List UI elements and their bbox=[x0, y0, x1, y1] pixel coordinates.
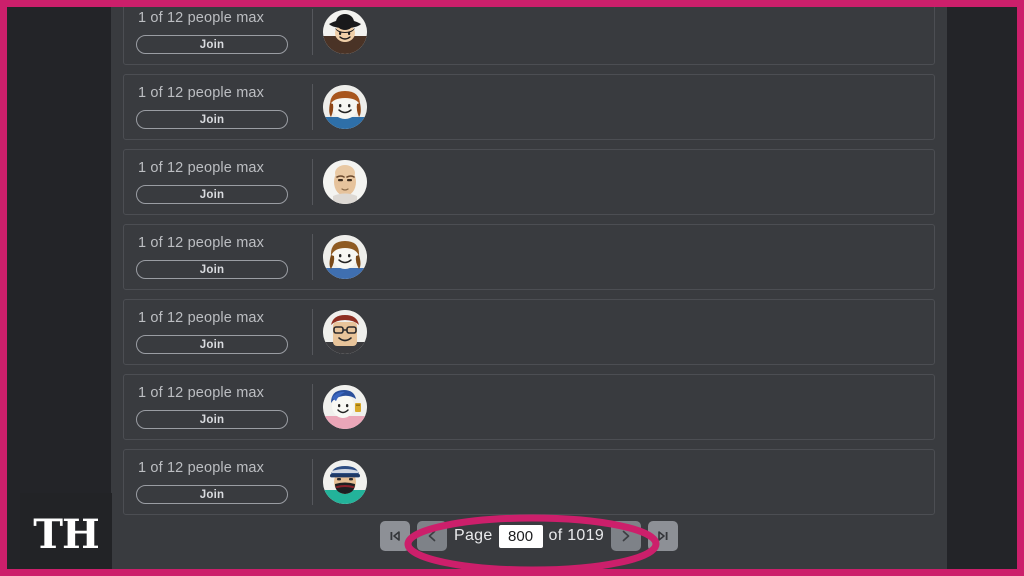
last-page-icon bbox=[656, 529, 670, 543]
player-avatars bbox=[313, 10, 922, 54]
server-capacity-label: 1 of 12 people max bbox=[138, 10, 265, 26]
server-info: 1 of 12 people max Join bbox=[136, 160, 304, 204]
screenshot-root: 1 of 12 people max Join 1 of 12 people ma… bbox=[0, 0, 1024, 576]
player-avatars bbox=[313, 85, 922, 129]
server-row: 1 of 12 people max Join bbox=[123, 149, 935, 215]
first-page-icon bbox=[388, 529, 402, 543]
avatar-black-hat[interactable] bbox=[323, 10, 367, 54]
player-avatars bbox=[313, 235, 922, 279]
previous-page-button[interactable] bbox=[416, 521, 447, 551]
avatar-brown-bob[interactable] bbox=[323, 235, 367, 279]
server-capacity-label: 1 of 12 people max bbox=[138, 235, 265, 251]
last-page-button[interactable] bbox=[648, 521, 679, 551]
player-avatars bbox=[313, 160, 922, 204]
server-info: 1 of 12 people max Join bbox=[136, 385, 304, 429]
join-button[interactable]: Join bbox=[136, 410, 288, 429]
server-row: 1 of 12 people max Join bbox=[123, 224, 935, 290]
player-avatars bbox=[313, 385, 922, 429]
avatar-bald-white[interactable] bbox=[323, 160, 367, 204]
join-button[interactable]: Join bbox=[136, 110, 288, 129]
page-label: Page bbox=[453, 527, 493, 544]
server-capacity-label: 1 of 12 people max bbox=[138, 460, 265, 476]
avatar-blue-hair-pink[interactable] bbox=[323, 385, 367, 429]
player-avatars bbox=[313, 460, 922, 504]
server-row: 1 of 12 people max Join bbox=[123, 7, 935, 65]
next-page-icon bbox=[619, 529, 633, 543]
server-row: 1 of 12 people max Join bbox=[123, 74, 935, 140]
player-avatars bbox=[313, 310, 922, 354]
avatar-mask-cap[interactable] bbox=[323, 460, 367, 504]
server-capacity-label: 1 of 12 people max bbox=[138, 85, 265, 101]
server-row: 1 of 12 people max Join bbox=[123, 299, 935, 365]
avatar-orange-hair[interactable] bbox=[323, 85, 367, 129]
server-row: 1 of 12 people max Join bbox=[123, 449, 935, 515]
total-pages-label: of 1019 bbox=[548, 527, 605, 544]
join-button[interactable]: Join bbox=[136, 485, 288, 504]
join-button[interactable]: Join bbox=[136, 335, 288, 354]
server-info: 1 of 12 people max Join bbox=[136, 235, 304, 279]
watermark-logo: TH bbox=[20, 493, 112, 569]
avatar-glasses-red-hair[interactable] bbox=[323, 310, 367, 354]
first-page-button[interactable] bbox=[379, 521, 410, 551]
server-capacity-label: 1 of 12 people max bbox=[138, 385, 265, 401]
watermark-text: TH bbox=[33, 510, 100, 558]
previous-page-icon bbox=[425, 529, 439, 543]
server-info: 1 of 12 people max Join bbox=[136, 10, 304, 54]
servers-panel: 1 of 12 people max Join 1 of 12 people ma… bbox=[111, 7, 947, 569]
join-button[interactable]: Join bbox=[136, 260, 288, 279]
join-button[interactable]: Join bbox=[136, 185, 288, 204]
server-capacity-label: 1 of 12 people max bbox=[138, 310, 265, 326]
pagination-controls[interactable]: Page of 1019 bbox=[123, 515, 935, 557]
server-info: 1 of 12 people max Join bbox=[136, 310, 304, 354]
page-number-input[interactable] bbox=[498, 524, 543, 548]
next-page-button[interactable] bbox=[611, 521, 642, 551]
server-capacity-label: 1 of 12 people max bbox=[138, 160, 265, 176]
page-number-group: Page of 1019 bbox=[453, 524, 605, 548]
server-info: 1 of 12 people max Join bbox=[136, 85, 304, 129]
server-list: 1 of 12 people max Join 1 of 12 people ma… bbox=[123, 7, 935, 524]
server-row: 1 of 12 people max Join bbox=[123, 374, 935, 440]
server-info: 1 of 12 people max Join bbox=[136, 460, 304, 504]
join-button[interactable]: Join bbox=[136, 35, 288, 54]
